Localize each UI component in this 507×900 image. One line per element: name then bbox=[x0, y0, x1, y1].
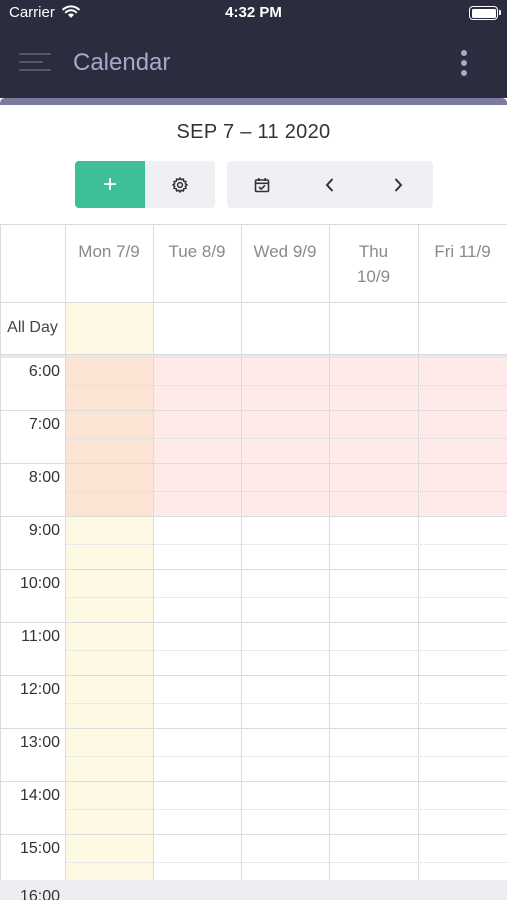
calendar-check-icon bbox=[254, 177, 270, 192]
time-slot-cell[interactable] bbox=[241, 464, 329, 517]
time-slot-cell[interactable] bbox=[418, 358, 507, 411]
day-header-label: Tue 8/9 bbox=[168, 242, 226, 261]
status-time: 4:32 PM bbox=[225, 4, 282, 21]
day-header[interactable]: Wed 9/9 bbox=[241, 224, 329, 302]
time-slot-cell[interactable] bbox=[329, 782, 418, 835]
time-slot-cell[interactable] bbox=[329, 570, 418, 623]
time-slot-cell[interactable] bbox=[65, 517, 153, 570]
hour-label: 8:00 bbox=[28, 469, 60, 486]
time-slot-cell[interactable] bbox=[241, 782, 329, 835]
time-slot-cell[interactable] bbox=[329, 411, 418, 464]
chevron-left-icon bbox=[325, 177, 333, 192]
hour-label: 9:00 bbox=[28, 522, 60, 539]
time-slot-cell[interactable] bbox=[153, 517, 241, 570]
time-slot-cell[interactable] bbox=[241, 623, 329, 676]
all-day-cell[interactable] bbox=[329, 302, 418, 354]
hour-label: 13:00 bbox=[19, 734, 60, 751]
time-slot-cell[interactable] bbox=[329, 676, 418, 729]
day-header-label: Mon 7/9 bbox=[78, 242, 140, 261]
time-slot-cell[interactable] bbox=[241, 517, 329, 570]
app-bar-accent-strip bbox=[0, 98, 507, 105]
time-slot-cell[interactable] bbox=[418, 729, 507, 782]
time-slot-cell[interactable] bbox=[153, 570, 241, 623]
time-slot-cell[interactable] bbox=[153, 411, 241, 464]
time-slot-cell[interactable] bbox=[65, 729, 153, 782]
plus-icon: + bbox=[102, 170, 117, 198]
date-range-title: SEP 7 – 11 2020 bbox=[176, 121, 331, 143]
all-day-cell[interactable] bbox=[418, 302, 507, 354]
time-slot-cell[interactable] bbox=[241, 676, 329, 729]
all-day-cell[interactable] bbox=[153, 302, 241, 354]
time-slot-cell[interactable] bbox=[241, 358, 329, 411]
grid-bottom-strip bbox=[0, 880, 507, 900]
app-bar: Calendar bbox=[0, 26, 507, 98]
time-slot-cell[interactable] bbox=[65, 411, 153, 464]
hour-label: 12:00 bbox=[19, 681, 60, 698]
time-slot-cell[interactable] bbox=[65, 623, 153, 676]
time-slot-cell[interactable] bbox=[329, 464, 418, 517]
time-slot-cell[interactable] bbox=[65, 782, 153, 835]
time-slot-cell[interactable] bbox=[153, 729, 241, 782]
day-header[interactable]: Fri 11/9 bbox=[418, 224, 507, 302]
time-slot-cell[interactable] bbox=[329, 358, 418, 411]
time-slot-cell[interactable] bbox=[418, 570, 507, 623]
gear-icon bbox=[172, 176, 188, 193]
time-slot-cell[interactable] bbox=[153, 623, 241, 676]
hour-label: 15:00 bbox=[19, 840, 60, 857]
hour-label: 14:00 bbox=[19, 787, 60, 804]
previous-week-button[interactable] bbox=[297, 161, 362, 208]
time-slot-cell[interactable] bbox=[65, 358, 153, 411]
time-slot-cell[interactable] bbox=[241, 411, 329, 464]
time-slot-cell[interactable] bbox=[418, 517, 507, 570]
day-header-label: Thu bbox=[358, 242, 389, 261]
add-event-button[interactable]: + bbox=[75, 161, 145, 208]
day-header[interactable]: Mon 7/9 bbox=[65, 224, 153, 302]
time-slot-cell[interactable] bbox=[241, 570, 329, 623]
time-slot-cell[interactable] bbox=[329, 623, 418, 676]
status-bar: Carrier 4:32 PM bbox=[0, 0, 507, 26]
time-slot-cell[interactable] bbox=[418, 676, 507, 729]
hamburger-menu-icon[interactable] bbox=[19, 51, 51, 73]
day-header[interactable]: Thu 10/9 bbox=[329, 224, 418, 302]
more-options-icon[interactable] bbox=[460, 50, 468, 76]
day-header-date: 10/9 bbox=[356, 267, 391, 286]
today-button[interactable] bbox=[227, 161, 297, 208]
settings-button[interactable] bbox=[145, 161, 215, 208]
all-day-cell[interactable] bbox=[65, 302, 153, 354]
time-slot-cell[interactable] bbox=[418, 464, 507, 517]
week-grid: Mon 7/9 Tue 8/9 Wed 9/9 Thu 10/9 Fri 11/9 All… bbox=[0, 224, 507, 900]
next-week-button[interactable] bbox=[362, 161, 433, 208]
day-header-label: Fri 11/9 bbox=[434, 242, 491, 261]
time-slot-cell[interactable] bbox=[241, 729, 329, 782]
hour-label: 6:00 bbox=[28, 363, 60, 380]
day-header-label: Wed 9/9 bbox=[253, 242, 317, 261]
day-header[interactable]: Tue 8/9 bbox=[153, 224, 241, 302]
time-slot-cell[interactable] bbox=[329, 729, 418, 782]
time-slot-cell[interactable] bbox=[418, 782, 507, 835]
hour-label: 7:00 bbox=[28, 416, 60, 433]
time-slot-cell[interactable] bbox=[418, 411, 507, 464]
hour-label: 11:00 bbox=[21, 628, 60, 645]
time-slot-cell[interactable] bbox=[153, 676, 241, 729]
time-slot-cell[interactable] bbox=[65, 676, 153, 729]
grid-row-line bbox=[0, 354, 507, 355]
time-slot-cell[interactable] bbox=[153, 358, 241, 411]
time-slot-cell[interactable] bbox=[153, 464, 241, 517]
time-slot-cell[interactable] bbox=[153, 782, 241, 835]
hour-label-partial: 16:00 bbox=[20, 888, 61, 900]
time-slot-cell[interactable] bbox=[65, 570, 153, 623]
app-title: Calendar bbox=[73, 49, 171, 76]
time-slot-cell[interactable] bbox=[65, 464, 153, 517]
time-slot-cell[interactable] bbox=[418, 623, 507, 676]
time-slot-cell[interactable] bbox=[329, 517, 418, 570]
hour-label: 10:00 bbox=[19, 575, 60, 592]
battery-icon bbox=[469, 6, 501, 20]
all-day-cell[interactable] bbox=[241, 302, 329, 354]
all-day-label: All Day bbox=[7, 319, 58, 336]
chevron-right-icon bbox=[394, 177, 402, 192]
